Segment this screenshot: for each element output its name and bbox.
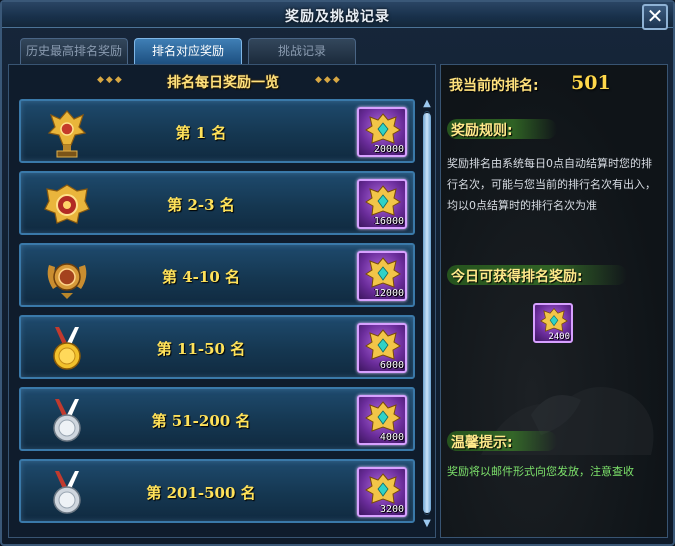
list-header: 排名每日奖励一览 <box>167 75 279 91</box>
rank-label: 第 4-10 名 <box>162 268 240 286</box>
list-scrollbar[interactable]: ▲ ▼ <box>421 99 433 529</box>
scroll-up-icon[interactable]: ▲ <box>421 99 433 109</box>
reward-window: 奖励及挑战记录 ✕ 历史最高排名奖励 排名对应奖励 挑战记录 ◆◆◆ 排名每日奖… <box>0 0 675 546</box>
window-title: 奖励及挑战记录 <box>285 9 390 25</box>
rank-label: 第 2-3 名 <box>167 196 235 214</box>
reward-count: 12000 <box>373 288 404 299</box>
gold-crest-icon <box>365 329 401 360</box>
reward-count: 6000 <box>379 360 404 371</box>
rank-label: 第 1 名 <box>175 124 227 142</box>
reward-count: 20000 <box>373 144 404 155</box>
bronze-badge-icon <box>47 263 87 299</box>
my-rank-label: 我当前的排名: <box>449 78 539 94</box>
ornament-right-icon: ◆◆◆ <box>315 75 342 85</box>
my-rank-value: 501 <box>571 72 611 94</box>
reward-item[interactable]: 3200 <box>357 467 407 517</box>
tab-rank-rewards[interactable]: 排名对应奖励 <box>134 38 242 64</box>
gold-crest-icon <box>540 307 568 332</box>
gold-crest-icon <box>365 473 401 504</box>
rank-row[interactable]: 第 1 名 20000 <box>19 99 415 163</box>
rank-row[interactable]: 第 4-10 名 12000 <box>19 243 415 307</box>
tab-history-best[interactable]: 历史最高排名奖励 <box>20 38 128 64</box>
gold-crest-icon <box>365 113 401 144</box>
reward-item[interactable]: 20000 <box>357 107 407 157</box>
scroll-down-icon[interactable]: ▼ <box>421 519 433 529</box>
reward-item[interactable]: 6000 <box>357 323 407 373</box>
gold-crest-icon <box>365 401 401 432</box>
gold-crest-icon <box>365 257 401 288</box>
close-icon: ✕ <box>646 4 664 28</box>
rules-title: 奖励规则: <box>451 123 513 139</box>
gold-trophy-icon <box>47 110 87 158</box>
tip-text: 奖励将以邮件形式向您发放，注意查收 <box>447 465 634 478</box>
reward-item[interactable]: 4000 <box>357 395 407 445</box>
tab-challenge-log[interactable]: 挑战记录 <box>248 38 356 64</box>
reward-item[interactable]: 12000 <box>357 251 407 301</box>
reward-count: 4000 <box>379 432 404 443</box>
rank-label: 第 51-200 名 <box>151 412 251 430</box>
silver-medal-icon <box>53 399 81 442</box>
close-button[interactable]: ✕ <box>642 4 668 30</box>
today-reward-item[interactable]: 2400 <box>533 303 573 343</box>
rank-row[interactable]: 第 51-200 名 4000 <box>19 387 415 451</box>
rank-info-panel: 我当前的排名: 501 奖励规则: 奖励排名由系统每日0点自动结算时您的排行名次… <box>440 64 668 538</box>
reward-count: 16000 <box>373 216 404 227</box>
rank-row[interactable]: 第 2-3 名 16000 <box>19 171 415 235</box>
reward-item[interactable]: 16000 <box>357 179 407 229</box>
tip-title: 温馨提示: <box>451 435 513 451</box>
title-bar[interactable]: 奖励及挑战记录 <box>2 2 673 28</box>
rank-label: 第 201-500 名 <box>146 484 256 502</box>
rank-row[interactable]: 第 11-50 名 6000 <box>19 315 415 379</box>
silver-medal-icon <box>53 471 81 514</box>
reward-count: 3200 <box>379 504 404 515</box>
scroll-thumb[interactable] <box>423 113 431 513</box>
today-reward-count: 2400 <box>548 332 570 342</box>
rank-label: 第 11-50 名 <box>156 340 246 358</box>
today-reward-title: 今日可获得排名奖励: <box>451 269 583 285</box>
rank-row[interactable]: 第 201-500 名 3200 <box>19 459 415 523</box>
gold-crest-icon <box>365 185 401 216</box>
rank-reward-list: ◆◆◆ 排名每日奖励一览 ◆◆◆ 第 1 名 20000 第 2-3 名 160… <box>8 64 436 538</box>
rules-text: 奖励排名由系统每日0点自动结算时您的排行名次，可能与您当前的排行名次有出入，均以… <box>447 157 656 212</box>
gold-medal-icon <box>53 327 81 370</box>
gold-badge-icon <box>44 184 90 224</box>
